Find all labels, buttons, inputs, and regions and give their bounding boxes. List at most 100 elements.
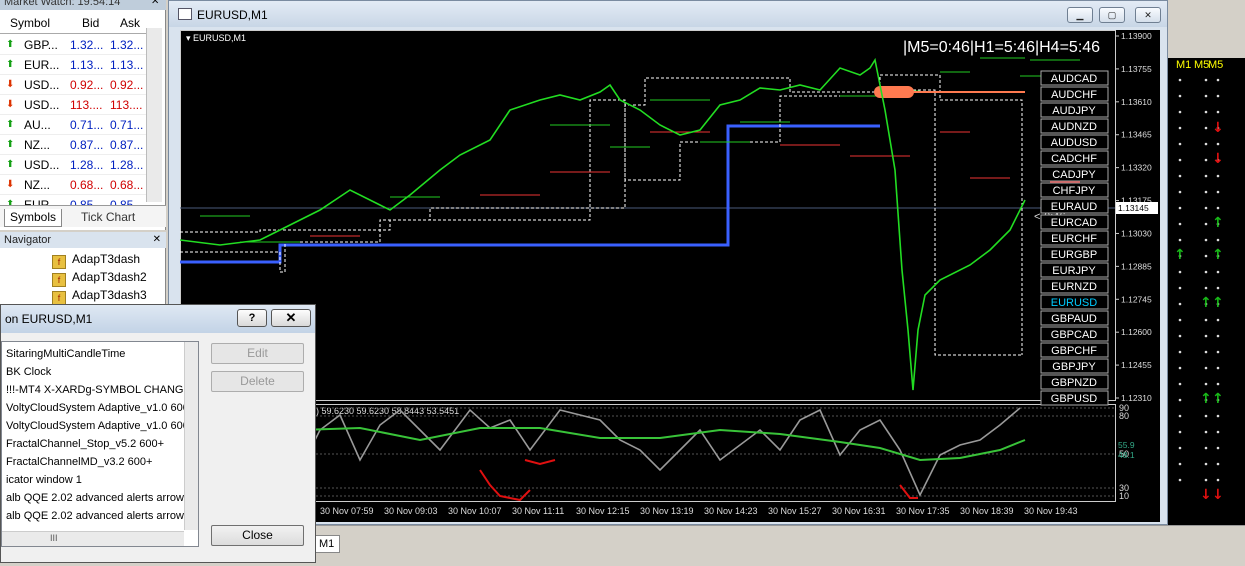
signal-dot [1216,430,1220,434]
arrow-up-icon: ⬆ [6,39,15,50]
indicator-icon: f [52,255,66,269]
arrow-up-icon: ↑ [1212,391,1224,407]
signal-dot [1216,318,1220,322]
arrow-up-icon: ⬆ [6,119,15,130]
market-watch-tabs: Symbols Tick Chart [0,205,166,227]
market-watch-row[interactable]: ⬆ EUR... 1.13... 1.13... [0,55,146,75]
scrollbar[interactable] [184,342,198,530]
maximize-button[interactable]: ▢ [1099,7,1125,23]
market-watch-row[interactable]: ⬆ USD... 1.28... 1.28... [0,155,146,175]
indicator-list-item[interactable]: BK Clock [6,366,51,378]
scrollbar[interactable] [146,28,162,202]
scrollbar[interactable]: III [2,531,184,546]
signal-dot [1216,366,1220,370]
indicator-list-item[interactable]: SitaringMultiCandleTime [6,348,125,360]
signal-dot [1204,382,1208,386]
signal-dot [1216,350,1220,354]
signal-dot [1178,430,1182,434]
signal-dot [1178,318,1182,322]
indicator-list-item[interactable]: FractalChannel_Stop_v5.2 600+ [6,438,164,450]
minimize-button[interactable]: ▁ [1067,7,1093,23]
signal-dot [1216,190,1220,194]
indicators-dialog: on EURUSD,M1 ? ✕ SitaringMultiCandleTime… [0,304,316,563]
symbol-name: EUR... [24,58,60,72]
time-tick-label: 30 Nov 18:39 [960,506,1014,516]
signal-dot [1178,382,1182,386]
column-bid[interactable]: Bid [82,16,99,30]
signal-dot [1178,158,1182,162]
symbol-button-label: CHFJPY [1053,185,1096,197]
bid-value: 1.28... [70,158,104,172]
indicator-list-item[interactable]: VoltyCloudSystem Adaptive_v1.0 600 [6,420,189,432]
price-tick-label: 1.13900 [1121,31,1152,41]
price-tick-label: 1.13465 [1121,130,1152,140]
signal-dot [1216,94,1220,98]
close-button[interactable]: ✕ [1135,7,1161,23]
edit-button[interactable]: Edit [211,343,304,364]
ask-value: 1.28... [110,158,144,172]
signal-dot [1178,462,1182,466]
time-tick-label: 30 Nov 10:07 [448,506,502,516]
indicator-list-item[interactable]: alb QQE 2.02 advanced alerts arrows [6,510,189,522]
bid-value: 1.13... [70,58,104,72]
signal-dot [1204,238,1208,242]
close-icon[interactable]: ✕ [153,234,161,245]
navigator-item[interactable]: f AdapT3dash2 [52,268,147,287]
symbol-button-label: AUDJPY [1052,105,1096,117]
symbol-button-label: GBPAUD [1051,313,1097,325]
signal-dot [1178,110,1182,114]
indicator-list-item[interactable]: !!!-MT4 X-XARDg-SYMBOL CHANGER [6,384,198,396]
price-tick-label: 1.13610 [1121,97,1152,107]
symbol-button-label: GBPCHF [1051,345,1097,357]
column-ask[interactable]: Ask [120,16,140,30]
chart-tab-m1[interactable]: M1 [314,535,340,553]
close-icon[interactable]: ✕ [151,0,161,7]
tab-tick-chart[interactable]: Tick Chart [76,209,140,227]
dialog-close-button[interactable]: ✕ [271,309,311,327]
close-button[interactable]: Close [211,525,304,546]
navigator-item[interactable]: f AdapT3dash3 [52,286,147,305]
ask-value: 1.32... [110,38,144,52]
arrow-up-icon: ⬆ [6,159,15,170]
price-chart[interactable]: ▾ EURUSD,M1|M5=0:46|H1=5:46|H4=5:46<-0:4… [180,30,1160,522]
time-tick-label: 30 Nov 12:15 [576,506,630,516]
market-watch-row[interactable]: ⬇ NZ... 0.68... 0.68... [0,175,146,195]
signal-dot [1178,270,1182,274]
symbol-name: NZ... [24,138,50,152]
signal-strip-top [1168,0,1245,58]
indicator-tick-label: 80 [1119,411,1129,421]
indicator-list-item[interactable]: alb QQE 2.02 advanced alerts arrows [6,492,189,504]
symbol-button-label: GBPUSD [1051,393,1098,405]
navigator-title: Navigator [0,232,166,248]
time-tick-label: 30 Nov 17:35 [896,506,950,516]
signal-dot [1178,142,1182,146]
strip-header: M5 [1208,59,1223,71]
navigator-item[interactable]: f AdapT3dash [52,250,140,269]
indicator-list-item[interactable]: FractalChannelMD_v3.2 600+ [6,456,152,468]
symbol-button-label: GBPJPY [1052,361,1096,373]
signal-dot [1216,238,1220,242]
indicator-frame [180,404,1116,502]
indicator-list-item[interactable]: icator window 1 [6,474,82,486]
symbol-button-label: EURCHF [1051,233,1097,245]
signal-strip-canvas: M1 M5M5↓↓↑↑ ↑↑ ↑↑ ↑↓ ↓ [1174,59,1224,503]
signal-dot [1204,174,1208,178]
market-watch-row[interactable]: ⬆ NZ... 0.87... 0.87... [0,135,146,155]
indicator-icon: f [52,273,66,287]
signal-dot [1204,158,1208,162]
signal-dot [1216,78,1220,82]
market-watch-row[interactable]: ⬆ AU... 0.71... 0.71... [0,115,146,135]
signal-dot [1204,462,1208,466]
column-symbol[interactable]: Symbol [10,16,50,30]
bid-value: 0.92... [70,78,104,92]
signal-dot [1178,414,1182,418]
market-watch-row[interactable]: ⬇ USD... 0.92... 0.92... [0,75,146,95]
market-watch-row[interactable]: ⬆ GBP... 1.32... 1.32... [0,35,146,55]
market-watch-row[interactable]: ⬇ USD... 113.... 113.... [0,95,146,115]
indicator-list-item[interactable]: VoltyCloudSystem Adaptive_v1.0 600 [6,402,189,414]
delete-button[interactable]: Delete [211,371,304,392]
indicator-list[interactable]: SitaringMultiCandleTime BK Clock !!!-MT4 X… [1,341,199,547]
help-button[interactable]: ? [237,309,267,327]
tab-symbols[interactable]: Symbols [4,209,63,227]
symbol-name: USD... [24,78,60,92]
